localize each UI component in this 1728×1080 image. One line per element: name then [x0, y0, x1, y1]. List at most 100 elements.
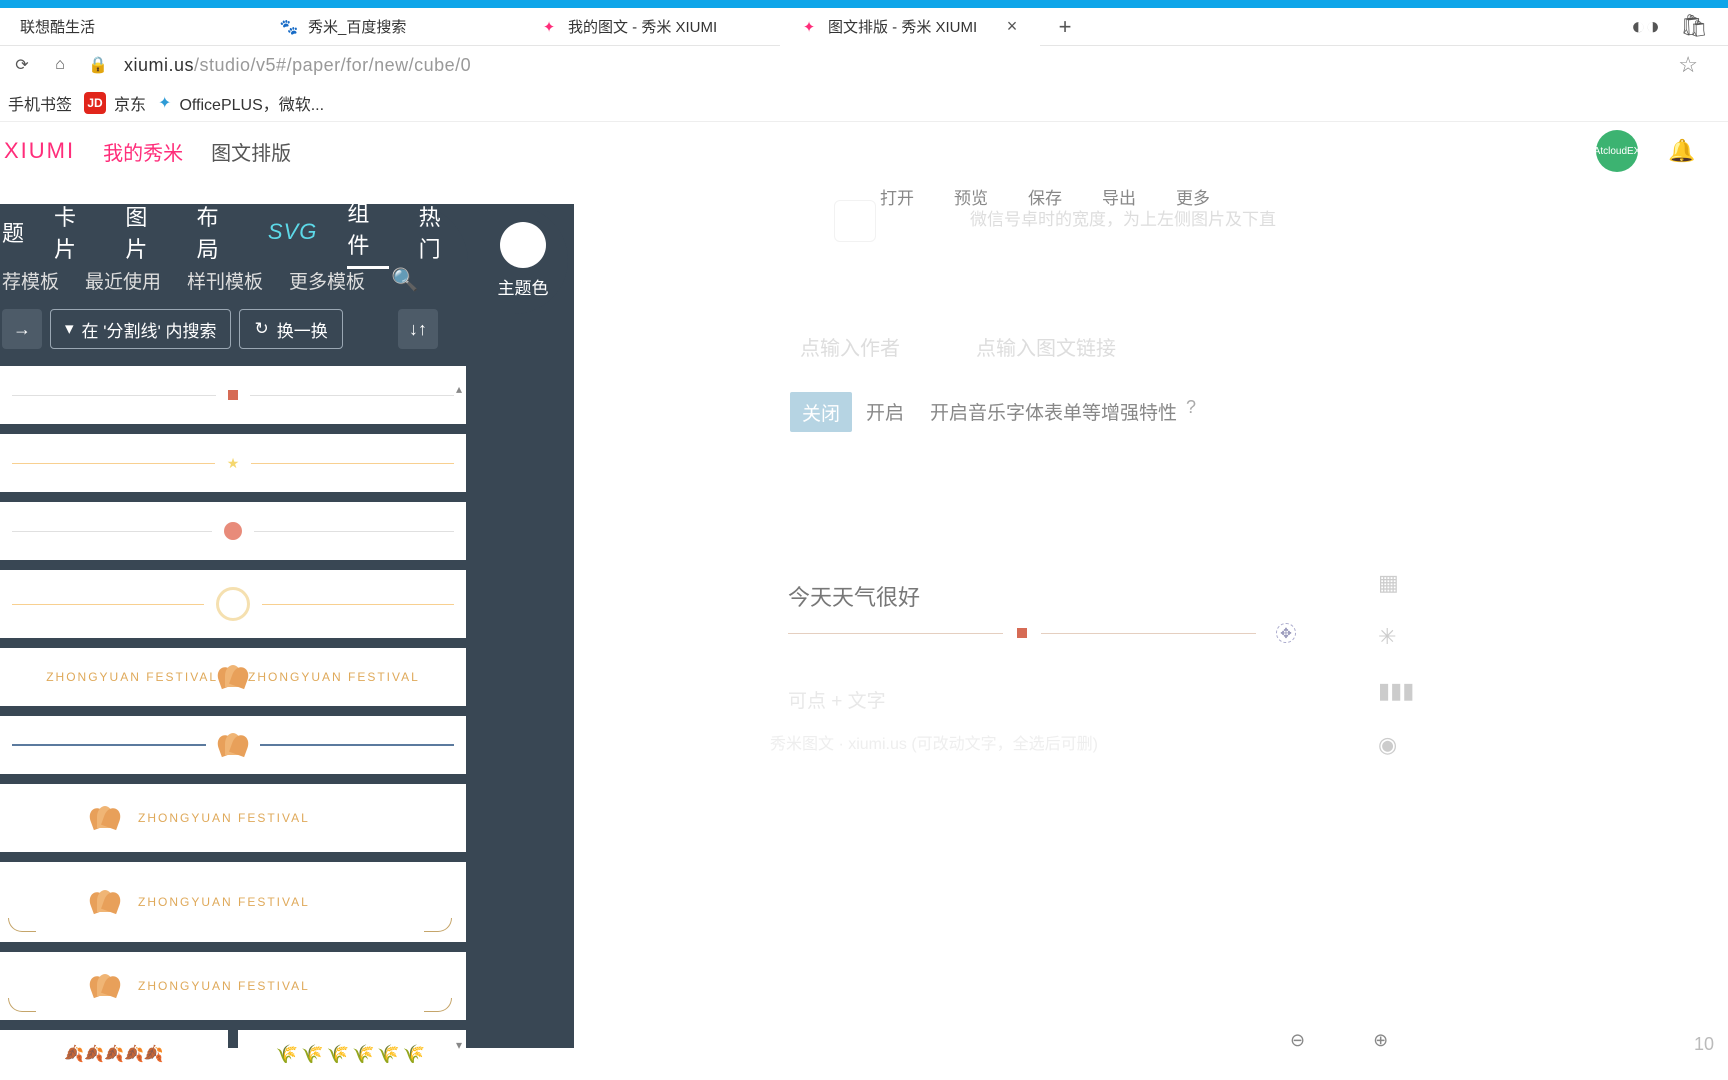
- eye-icon[interactable]: ◉: [1378, 732, 1414, 758]
- nav-paper-layout[interactable]: 图文排版: [211, 137, 291, 166]
- leaf-icon: 🍂🍂🍂🍂🍂: [64, 1044, 164, 1064]
- template-list[interactable]: ★ ZHONGYUAN FESTIVAL ZHONGYUAN FESTIVAL …: [0, 366, 466, 1066]
- browser-tab-active[interactable]: ✦ 图文排版 - 秀米 XIUMI ×: [780, 8, 1040, 46]
- menu-open[interactable]: 打开: [880, 184, 914, 209]
- cat-card[interactable]: 卡片: [54, 200, 95, 264]
- lotus-icon: [90, 808, 120, 828]
- browser-tab-bar: 联想酷生活 🐾 秀米_百度搜索 ✦ 我的图文 - 秀米 XIUMI ✦ 图文排版…: [0, 8, 1728, 46]
- template-item[interactable]: [0, 366, 466, 424]
- cat-title[interactable]: 题: [2, 216, 24, 248]
- subcat-recommended[interactable]: 荐模板: [2, 267, 59, 294]
- template-item[interactable]: ★: [0, 434, 466, 492]
- zoom-in-icon[interactable]: ⊕: [1373, 1030, 1388, 1051]
- url-path: /studio/v5#/paper/for/new/cube/0: [194, 55, 471, 75]
- new-tab-button[interactable]: +: [1050, 12, 1080, 42]
- link-input[interactable]: 点输入图文链接: [976, 332, 1116, 361]
- filter-search-button[interactable]: ▾ 在 '分割线' 内搜索: [50, 309, 231, 349]
- bookmark-item[interactable]: ✦ OfficePLUS，微软...: [158, 91, 324, 115]
- subcat-recent[interactable]: 最近使用: [85, 267, 161, 294]
- close-tab-icon[interactable]: ×: [1004, 19, 1020, 35]
- tab-title: 秀米_百度搜索: [308, 16, 406, 37]
- grid-icon[interactable]: ▦: [1378, 570, 1414, 596]
- cat-hot[interactable]: 热门: [419, 200, 460, 264]
- cat-layout[interactable]: 布局: [197, 200, 238, 264]
- template-item[interactable]: [0, 502, 466, 560]
- category-row: 题 卡片 图片 布局 SVG 组件 热门: [0, 210, 460, 254]
- template-item[interactable]: ZHONGYUAN FESTIVAL: [0, 952, 466, 1020]
- chart-icon[interactable]: ▮▮▮: [1378, 678, 1414, 704]
- address-bar: ⟳ ⌂ 🔒 xiumi.us/studio/v5#/paper/for/new/…: [0, 46, 1728, 84]
- lotus-icon: [90, 892, 120, 912]
- browser-tab[interactable]: 联想酷生活: [0, 8, 260, 46]
- scroll-up-icon[interactable]: ▴: [456, 382, 462, 396]
- cat-image[interactable]: 图片: [125, 200, 166, 264]
- browser-tab[interactable]: ✦ 我的图文 - 秀米 XIUMI: [520, 8, 780, 46]
- subcat-more[interactable]: 更多模板: [289, 267, 365, 294]
- cat-svg[interactable]: SVG: [268, 219, 317, 245]
- bookmark-item[interactable]: 手机书签: [8, 91, 72, 115]
- lotus-icon: [218, 735, 248, 755]
- move-handle-icon[interactable]: ✥: [1276, 623, 1296, 643]
- canvas-divider[interactable]: ✥: [788, 618, 1296, 648]
- home-icon[interactable]: ⌂: [48, 53, 72, 77]
- cart-icon[interactable]: 🛍: [1680, 13, 1708, 41]
- url-display[interactable]: xiumi.us/studio/v5#/paper/for/new/cube/0: [124, 55, 471, 76]
- lotus-icon: [90, 976, 120, 996]
- help-icon[interactable]: ?: [1180, 396, 1202, 418]
- enhance-toggle-off[interactable]: 关闭: [790, 392, 852, 432]
- author-input[interactable]: 点输入作者: [800, 332, 900, 361]
- corner-icon: [424, 918, 452, 932]
- template-item[interactable]: [0, 716, 466, 774]
- corner-icon: [424, 998, 452, 1012]
- brand-logo[interactable]: XIUMI: [4, 138, 75, 164]
- subcat-sample[interactable]: 样刊模板: [187, 267, 263, 294]
- cover-hint-text: 微信号卓时的宽度，为上左侧图片及下直: [970, 206, 1310, 233]
- browser-tab[interactable]: 🐾 秀米_百度搜索: [260, 8, 520, 46]
- template-item[interactable]: ZHONGYUAN FESTIVAL: [0, 862, 466, 942]
- grass-icon: 🌾🌾🌾🌾🌾🌾: [276, 1044, 428, 1065]
- scroll-down-icon[interactable]: ▾: [456, 1038, 462, 1052]
- moon-icon: [216, 587, 250, 621]
- canvas-title-input[interactable]: 今天天气很好: [788, 580, 920, 612]
- app-header: XIUMI 我的秀米 图文排版 AtcloudEX 🔔: [0, 122, 1728, 180]
- reload-icon[interactable]: ⟳: [10, 53, 34, 77]
- sort-button[interactable]: ↓↑: [398, 309, 438, 349]
- paw-icon: 🐾: [280, 18, 298, 36]
- expand-button[interactable]: →: [2, 309, 42, 349]
- festival-text: ZHONGYUAN FESTIVAL: [248, 670, 420, 684]
- canvas-placeholder-text[interactable]: 可点 + 文字: [788, 686, 886, 713]
- xiumi-icon: ✦: [800, 18, 818, 36]
- zoom-value: 10: [1694, 1034, 1714, 1055]
- template-item[interactable]: ZHONGYUAN FESTIVAL: [0, 784, 466, 852]
- refresh-icon: ↻: [254, 319, 268, 339]
- divider-square-icon: [1017, 628, 1027, 638]
- corner-icon: [8, 918, 36, 932]
- canvas-credit-text: 秀米图文 · xiumi.us (可改动文字，全选后可删): [770, 730, 1098, 754]
- side-tool-icons: ▦ ✳ ▮▮▮ ◉: [1378, 570, 1414, 758]
- cover-image-placeholder[interactable]: [834, 200, 876, 242]
- xiumi-icon: ✦: [540, 18, 558, 36]
- corner-icon: [8, 998, 36, 1012]
- enhance-description: 开启音乐字体表单等增强特性: [930, 398, 1177, 425]
- bell-icon[interactable]: 🔔: [1668, 138, 1694, 164]
- star-dot-icon: ★: [227, 455, 240, 472]
- template-item[interactable]: 🌾🌾🌾🌾🌾🌾: [238, 1030, 466, 1066]
- zoom-out-icon[interactable]: ⊖: [1290, 1030, 1305, 1051]
- nav-my-xiumi[interactable]: 我的秀米: [103, 137, 183, 166]
- template-item[interactable]: 🍂🍂🍂🍂🍂: [0, 1030, 228, 1066]
- festival-text: ZHONGYUAN FESTIVAL: [46, 670, 218, 684]
- incognito-icon[interactable]: ◐◑: [1631, 13, 1660, 41]
- search-icon[interactable]: 🔍: [391, 267, 418, 293]
- festival-text: ZHONGYUAN FESTIVAL: [138, 895, 310, 909]
- enhance-toggle-on[interactable]: 开启: [866, 398, 904, 425]
- avatar[interactable]: AtcloudEX: [1596, 130, 1638, 172]
- bookmark-item[interactable]: JD 京东: [84, 91, 146, 115]
- lock-icon: 🔒: [86, 53, 110, 77]
- sparkle-icon[interactable]: ✳: [1378, 624, 1414, 650]
- shuffle-button[interactable]: ↻ 换一换: [239, 309, 342, 349]
- square-dot-icon: [228, 390, 238, 400]
- bookmarks-bar: 手机书签 JD 京东 ✦ OfficePLUS，微软...: [0, 84, 1728, 122]
- template-item[interactable]: [0, 570, 466, 638]
- bookmark-star-icon[interactable]: ☆: [1678, 52, 1698, 78]
- template-item[interactable]: ZHONGYUAN FESTIVAL ZHONGYUAN FESTIVAL: [0, 648, 466, 706]
